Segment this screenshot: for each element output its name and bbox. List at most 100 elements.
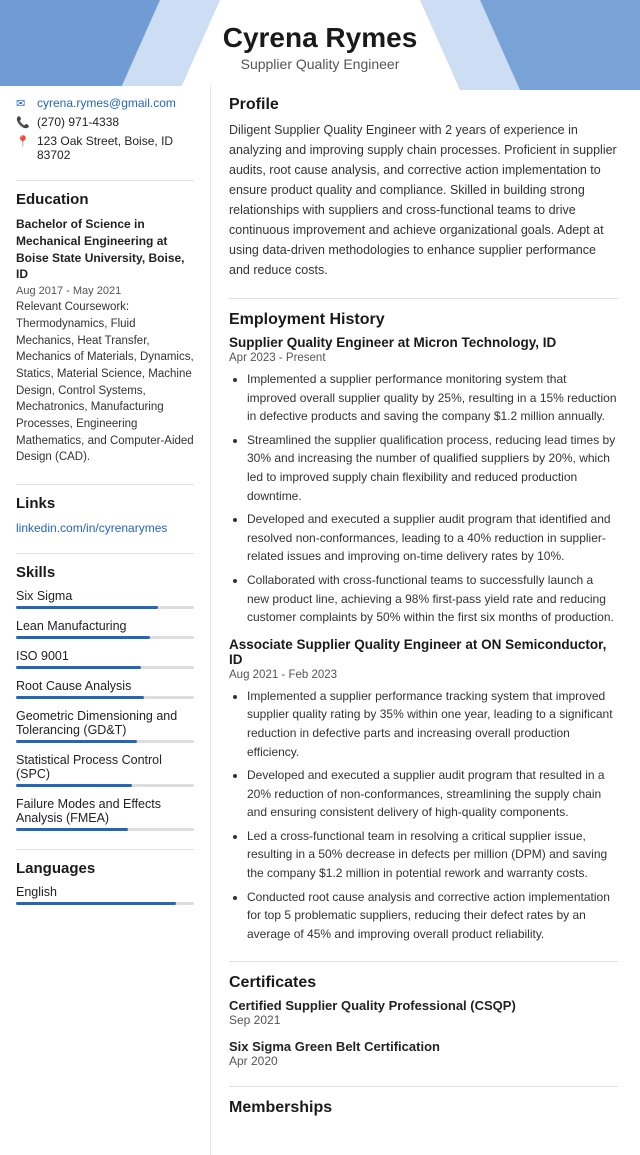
memberships-title: Memberships xyxy=(229,1099,618,1117)
bullet-item: Developed and executed a supplier audit … xyxy=(247,510,618,566)
skill-bar-bg xyxy=(16,696,194,699)
skill-bar-bg xyxy=(16,740,194,743)
language-bar-fill xyxy=(16,902,176,905)
language-item: English xyxy=(16,885,194,905)
skill-bar-fill xyxy=(16,740,137,743)
employment-section: Employment History Supplier Quality Engi… xyxy=(229,311,618,943)
cert-date: Apr 2020 xyxy=(229,1054,618,1068)
skill-item: ISO 9001 xyxy=(16,649,194,669)
main-content: Profile Diligent Supplier Quality Engine… xyxy=(210,86,640,1155)
education-coursework: Relevant Coursework: Thermodynamics, Flu… xyxy=(16,299,194,466)
candidate-name: Cyrena Rymes xyxy=(20,22,620,54)
job-item: Associate Supplier Quality Engineer at O… xyxy=(229,637,618,944)
cert-name: Six Sigma Green Belt Certification xyxy=(229,1039,618,1054)
contact-section: ✉ cyrena.rymes@gmail.com 📞 (270) 971-433… xyxy=(16,96,194,162)
job-bullets: Implemented a supplier performance monit… xyxy=(229,370,618,627)
bullet-item: Implemented a supplier performance monit… xyxy=(247,370,618,426)
education-item: Bachelor of Science in Mechanical Engine… xyxy=(16,216,194,466)
section-divider-3 xyxy=(229,1086,618,1087)
skill-name: Geometric Dimensioning and Tolerancing (… xyxy=(16,709,194,737)
skills-section: Skills Six Sigma Lean Manufacturing ISO … xyxy=(16,564,194,831)
education-section: Education Bachelor of Science in Mechani… xyxy=(16,191,194,466)
certs-list: Certified Supplier Quality Professional … xyxy=(229,998,618,1068)
certificates-title: Certificates xyxy=(229,974,618,992)
bullet-item: Collaborated with cross-functional teams… xyxy=(247,571,618,627)
email-link[interactable]: cyrena.rymes@gmail.com xyxy=(37,96,176,110)
skill-name: Statistical Process Control (SPC) xyxy=(16,753,194,781)
language-bar-bg xyxy=(16,902,194,905)
skill-item: Geometric Dimensioning and Tolerancing (… xyxy=(16,709,194,743)
links-section: Links linkedin.com/in/cyrenarymes xyxy=(16,495,194,535)
bullet-item: Streamlined the supplier qualification p… xyxy=(247,431,618,505)
languages-list: English xyxy=(16,885,194,905)
location-icon: 📍 xyxy=(16,135,32,148)
profile-text: Diligent Supplier Quality Engineer with … xyxy=(229,120,618,280)
skill-bar-bg xyxy=(16,828,194,831)
skill-name: Root Cause Analysis xyxy=(16,679,194,693)
divider-2 xyxy=(16,484,194,485)
divider-4 xyxy=(16,849,194,850)
sidebar: ✉ cyrena.rymes@gmail.com 📞 (270) 971-433… xyxy=(0,86,210,1155)
skill-name: Lean Manufacturing xyxy=(16,619,194,633)
languages-section: Languages English xyxy=(16,860,194,905)
skill-name: Six Sigma xyxy=(16,589,194,603)
coursework-label: Relevant Coursework: xyxy=(16,301,129,313)
skill-item: Failure Modes and Effects Analysis (FMEA… xyxy=(16,797,194,831)
linkedin-link[interactable]: linkedin.com/in/cyrenarymes xyxy=(16,521,167,535)
address-text: 123 Oak Street, Boise, ID 83702 xyxy=(37,134,194,162)
education-dates: Aug 2017 - May 2021 xyxy=(16,285,194,297)
bullet-item: Led a cross-functional team in resolving… xyxy=(247,827,618,883)
cert-name: Certified Supplier Quality Professional … xyxy=(229,998,618,1013)
skill-item: Statistical Process Control (SPC) xyxy=(16,753,194,787)
language-name: English xyxy=(16,885,194,899)
job-dates: Apr 2023 - Present xyxy=(229,352,618,364)
skills-title: Skills xyxy=(16,564,194,581)
bullet-item: Conducted root cause analysis and correc… xyxy=(247,888,618,944)
job-item: Supplier Quality Engineer at Micron Tech… xyxy=(229,335,618,627)
profile-title: Profile xyxy=(229,96,618,114)
bullet-item: Developed and executed a supplier audit … xyxy=(247,766,618,822)
skill-item: Root Cause Analysis xyxy=(16,679,194,699)
languages-title: Languages xyxy=(16,860,194,877)
skill-item: Lean Manufacturing xyxy=(16,619,194,639)
cert-date: Sep 2021 xyxy=(229,1013,618,1027)
section-divider-1 xyxy=(229,298,618,299)
skill-bar-fill xyxy=(16,784,132,787)
skill-bar-bg xyxy=(16,606,194,609)
links-title: Links xyxy=(16,495,194,512)
memberships-section: Memberships xyxy=(229,1099,618,1117)
certificates-section: Certificates Certified Supplier Quality … xyxy=(229,974,618,1068)
divider-3 xyxy=(16,553,194,554)
job-title: Associate Supplier Quality Engineer at O… xyxy=(229,637,618,667)
skill-bar-fill xyxy=(16,696,144,699)
phone-icon: 📞 xyxy=(16,116,32,129)
cert-item: Certified Supplier Quality Professional … xyxy=(229,998,618,1027)
skill-item: Six Sigma xyxy=(16,589,194,609)
divider-1 xyxy=(16,180,194,181)
skills-list: Six Sigma Lean Manufacturing ISO 9001 Ro… xyxy=(16,589,194,831)
candidate-title: Supplier Quality Engineer xyxy=(20,56,620,72)
skill-bar-fill xyxy=(16,636,150,639)
skill-bar-fill xyxy=(16,666,141,669)
section-divider-2 xyxy=(229,961,618,962)
cert-item: Six Sigma Green Belt Certification Apr 2… xyxy=(229,1039,618,1068)
skill-bar-bg xyxy=(16,636,194,639)
phone-number: (270) 971-4338 xyxy=(37,115,119,129)
contact-address: 📍 123 Oak Street, Boise, ID 83702 xyxy=(16,134,194,162)
skill-bar-bg xyxy=(16,666,194,669)
email-icon: ✉ xyxy=(16,97,32,110)
job-dates: Aug 2021 - Feb 2023 xyxy=(229,669,618,681)
skill-bar-bg xyxy=(16,784,194,787)
profile-section: Profile Diligent Supplier Quality Engine… xyxy=(229,96,618,280)
main-layout: ✉ cyrena.rymes@gmail.com 📞 (270) 971-433… xyxy=(0,86,640,1155)
contact-phone: 📞 (270) 971-4338 xyxy=(16,115,194,129)
education-degree: Bachelor of Science in Mechanical Engine… xyxy=(16,216,194,283)
bullet-item: Implemented a supplier performance track… xyxy=(247,687,618,761)
contact-email: ✉ cyrena.rymes@gmail.com xyxy=(16,96,194,110)
skill-bar-fill xyxy=(16,828,128,831)
coursework-text: Thermodynamics, Fluid Mechanics, Heat Tr… xyxy=(16,318,194,463)
job-title: Supplier Quality Engineer at Micron Tech… xyxy=(229,335,618,350)
jobs-list: Supplier Quality Engineer at Micron Tech… xyxy=(229,335,618,943)
employment-title: Employment History xyxy=(229,311,618,329)
skill-name: Failure Modes and Effects Analysis (FMEA… xyxy=(16,797,194,825)
